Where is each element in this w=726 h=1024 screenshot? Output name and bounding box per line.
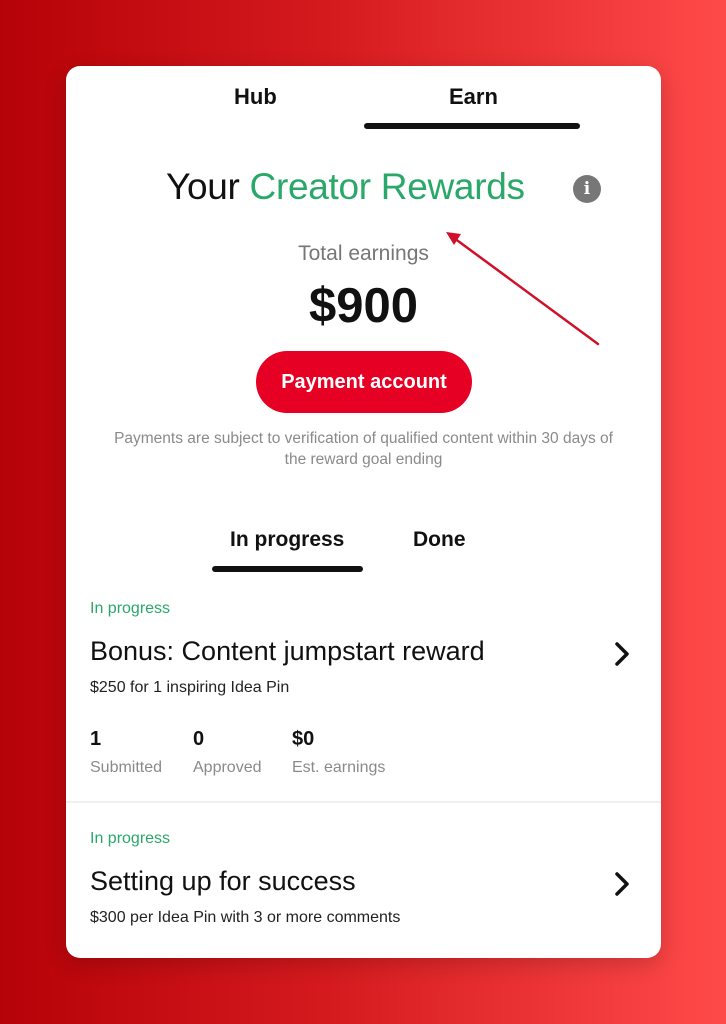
tab-hub[interactable]: Hub [234, 84, 277, 110]
reward-title: Setting up for success [90, 866, 356, 896]
tab-in-progress[interactable]: In progress [230, 528, 344, 552]
rewards-card: Hub Earn Your Creator Rewards i Total ea… [66, 66, 661, 958]
tab-earn-active-indicator [364, 123, 580, 129]
stat-approved: 0 Approved [193, 728, 262, 777]
tab-in-progress-active-indicator [212, 566, 363, 572]
reward-status: In progress [90, 600, 171, 617]
payment-account-button[interactable]: Payment account [256, 351, 472, 413]
reward-description: $250 for 1 inspiring Idea Pin [90, 679, 290, 696]
stat-value: 0 [193, 728, 205, 750]
reward-title: Bonus: Content jumpstart reward [90, 636, 485, 666]
stat-est-earnings: $0 Est. earnings [292, 728, 385, 777]
reward-description: $300 per Idea Pin with 3 or more comment… [90, 909, 401, 926]
stat-label: Est. earnings [292, 759, 386, 776]
title-prefix: Your [166, 166, 240, 207]
stat-label: Submitted [90, 759, 163, 776]
total-earnings-label: Total earnings [298, 242, 429, 265]
stat-value: $0 [292, 728, 315, 750]
page-title: Your Creator Rewards [166, 166, 525, 208]
stat-value: 1 [90, 728, 102, 750]
payment-disclaimer: Payments are subject to verification of … [114, 430, 613, 468]
title-accent: Creator Rewards [249, 166, 525, 207]
chevron-right-icon[interactable] [612, 870, 632, 898]
tab-done[interactable]: Done [413, 528, 466, 552]
reward-item[interactable]: In progress Setting up for success $300 … [66, 830, 661, 940]
reward-status: In progress [90, 830, 171, 847]
reward-item[interactable]: In progress Bonus: Content jumpstart rew… [66, 600, 661, 790]
total-earnings-amount: $900 [308, 279, 418, 333]
stat-submitted: 1 Submitted [90, 728, 162, 777]
stat-label: Approved [193, 759, 262, 776]
tab-earn[interactable]: Earn [449, 84, 498, 110]
info-icon[interactable]: i [573, 175, 601, 203]
chevron-right-icon[interactable] [612, 640, 632, 668]
divider [66, 801, 661, 803]
info-glyph: i [583, 179, 591, 199]
